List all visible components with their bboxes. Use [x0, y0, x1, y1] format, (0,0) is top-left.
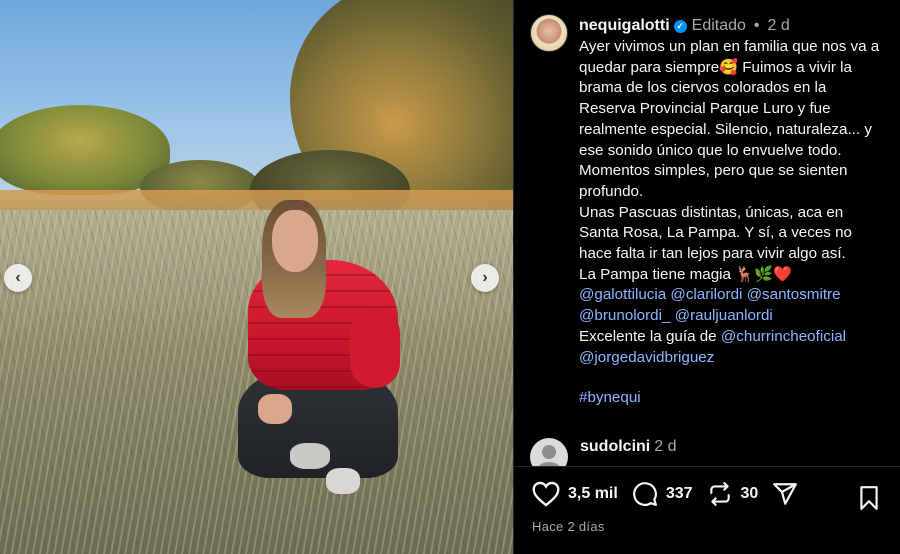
person-hand [258, 394, 292, 424]
person-shoe-left [290, 443, 330, 469]
mention-link[interactable]: @brunolordi_ [579, 307, 670, 324]
guide-text: Excelente la guía de [579, 327, 721, 345]
repost-icon [709, 482, 730, 506]
caption-body: nequigalotti ✓ Editado • 2 d Ayer vivimo… [579, 14, 885, 409]
caption-line: Unas Pascuas distintas, únicas, aca en S… [579, 203, 852, 263]
caption-area: nequigalotti ✓ Editado • 2 d Ayer vivimo… [514, 0, 900, 466]
person-face [272, 210, 318, 272]
comment-count: 337 [665, 485, 693, 502]
like-button[interactable]: 3,5 mil [532, 481, 618, 507]
caption-line: Ayer vivimos un plan en familia que nos … [579, 38, 880, 200]
next-photo-button[interactable]: › [471, 264, 499, 292]
action-row: 3,5 mil 337 30 [514, 467, 900, 521]
separator-dot: • [753, 17, 760, 34]
mention-link[interactable]: @churrincheoficial [721, 328, 846, 345]
caption-block: nequigalotti ✓ Editado • 2 d Ayer vivimo… [530, 14, 885, 409]
post-time[interactable]: 2 d [768, 16, 790, 36]
post-photo: ‹ › [0, 0, 513, 554]
hashtag-link[interactable]: #bynequi [579, 388, 885, 409]
posted-ago[interactable]: Hace 2 días [514, 519, 900, 534]
mention-link[interactable]: @clarilordi [670, 286, 742, 303]
chevron-right-icon: › [482, 269, 488, 286]
send-icon [773, 483, 798, 505]
author-line: nequigalotti ✓ Editado • 2 d [579, 16, 885, 36]
mention-link[interactable]: @jorgedavidbriguez [579, 349, 714, 366]
share-button[interactable] [772, 481, 798, 507]
comment-time: 2 d [654, 438, 677, 455]
mention-link[interactable]: @rauljuanlordi [675, 307, 773, 324]
post-side-panel: nequigalotti ✓ Editado • 2 d Ayer vivimo… [513, 0, 900, 554]
chevron-left-icon: ‹ [15, 269, 21, 286]
mention-link[interactable]: @galottilucia [579, 286, 666, 303]
author-avatar[interactable] [530, 14, 568, 52]
save-button[interactable] [857, 485, 881, 516]
comment-button[interactable]: 337 [632, 481, 693, 507]
author-username[interactable]: nequigalotti [579, 16, 670, 36]
repost-count: 30 [740, 485, 759, 502]
action-bar: 3,5 mil 337 30 Hace 2 días [514, 466, 900, 554]
like-count[interactable]: 3,5 mil [568, 485, 618, 503]
caption-line: La Pampa tiene magia 🦌🌿❤️ [579, 265, 792, 283]
person-arm [350, 308, 400, 388]
photo-person [230, 198, 410, 518]
comment-header: sudolcini 2 d [580, 438, 676, 456]
comment-bubble-icon [632, 482, 657, 506]
mention-link[interactable]: @santosmitre [747, 286, 841, 303]
person-shoe-right [326, 468, 360, 494]
bookmark-icon [860, 486, 878, 510]
previous-photo-button[interactable]: ‹ [4, 264, 32, 292]
repost-button[interactable]: 30 [707, 481, 759, 507]
caption-text: Ayer vivimos un plan en familia que nos … [579, 37, 885, 368]
heart-icon [532, 481, 560, 507]
post-view: ‹ › nequigalotti ✓ Editado • 2 d Ayer vi… [0, 0, 900, 554]
edited-label: Editado [691, 17, 746, 34]
verified-badge-icon: ✓ [673, 19, 687, 33]
commenter-username[interactable]: sudolcini [580, 438, 650, 455]
